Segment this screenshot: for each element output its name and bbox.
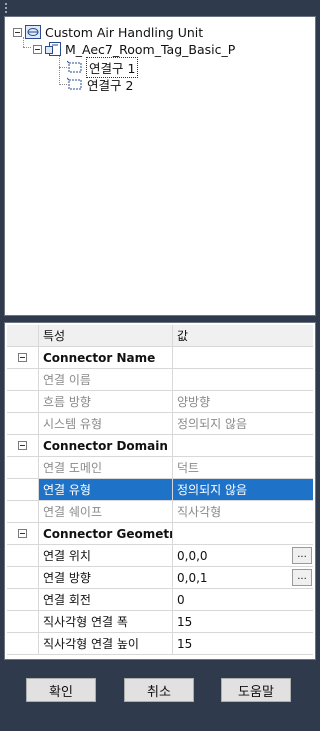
tree-connector-label: 연결구 2: [87, 77, 134, 93]
property-row[interactable]: 연결 쉐이프 직사각형: [7, 501, 313, 523]
property-row[interactable]: 연결 이름: [7, 369, 313, 391]
property-row[interactable]: 연결 방향 0,0,1 ...: [7, 567, 313, 589]
property-grid: 특성 값 Connector Name 연결 이름 흐름 방향 양방향 시스템 …: [4, 322, 316, 660]
collapse-icon[interactable]: [13, 27, 22, 37]
category-connector-geometry[interactable]: Connector Geometry: [7, 523, 313, 545]
ok-button[interactable]: 확인: [26, 678, 96, 702]
header-value: 값: [173, 325, 313, 346]
header-name: 특성: [39, 325, 173, 346]
property-row-selected[interactable]: 연결 유형 정의되지 않음: [7, 479, 313, 501]
property-row[interactable]: 연결 도메인 덕트: [7, 457, 313, 479]
property-row[interactable]: 직사각형 연결 폭 15: [7, 611, 313, 633]
tree-child-label: M_Aec7_Room_Tag_Basic_P: [65, 41, 236, 57]
property-row[interactable]: 연결 회전 0: [7, 589, 313, 611]
cancel-button[interactable]: 취소: [124, 678, 194, 702]
panel-grip[interactable]: [5, 3, 8, 13]
height-value[interactable]: 15: [173, 633, 313, 654]
family-icon: [25, 25, 41, 39]
collapse-icon[interactable]: [18, 353, 27, 362]
connection-type-value[interactable]: 정의되지 않음: [173, 479, 313, 500]
grid-header: 특성 값: [7, 325, 313, 347]
family-tree: Custom Air Handling Unit M_Aec7_Room_Tag…: [4, 16, 316, 316]
property-row[interactable]: 연결 위치 0,0,0 ...: [7, 545, 313, 567]
collapse-icon[interactable]: [18, 441, 27, 450]
collapse-icon[interactable]: [18, 529, 27, 538]
position-value[interactable]: 0,0,0: [177, 549, 208, 563]
category-connector-name[interactable]: Connector Name: [7, 347, 313, 369]
property-row[interactable]: 흐름 방향 양방향: [7, 391, 313, 413]
tag-family-icon: [45, 42, 61, 56]
rotation-value[interactable]: 0: [173, 589, 313, 610]
edit-position-button[interactable]: ...: [292, 547, 312, 564]
property-row[interactable]: 직사각형 연결 높이 15: [7, 633, 313, 655]
property-row[interactable]: 시스템 유형 정의되지 않음: [7, 413, 313, 435]
help-button[interactable]: 도움말: [221, 678, 291, 702]
collapse-icon[interactable]: [33, 44, 42, 54]
connector-icon: [67, 77, 82, 90]
tree-node-child[interactable]: M_Aec7_Room_Tag_Basic_P: [33, 40, 235, 58]
tree-node-connector-2[interactable]: 연결구 2: [67, 75, 133, 93]
connector-icon: [67, 60, 82, 73]
category-connector-domain[interactable]: Connector Domain: [7, 435, 313, 457]
tree-node-root[interactable]: Custom Air Handling Unit: [13, 23, 203, 41]
width-value[interactable]: 15: [173, 611, 313, 632]
direction-value[interactable]: 0,0,1: [177, 571, 208, 585]
edit-direction-button[interactable]: ...: [292, 569, 312, 586]
tree-root-label: Custom Air Handling Unit: [45, 24, 204, 40]
tree-node-connector-1[interactable]: 연결구 1: [67, 56, 139, 78]
